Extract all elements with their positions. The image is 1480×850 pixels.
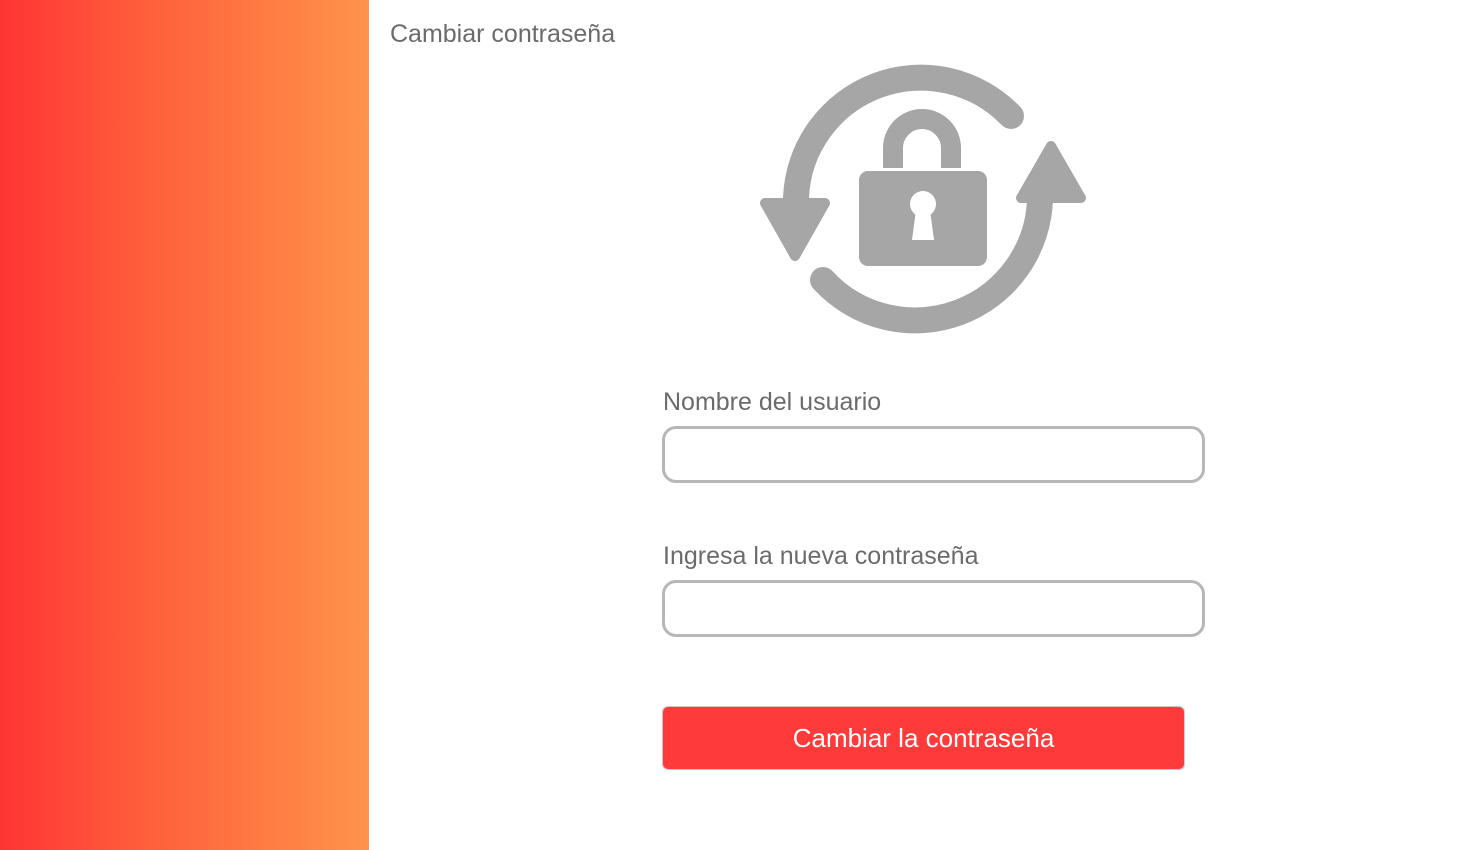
new-password-label: Ingresa la nueva contraseña — [663, 542, 979, 570]
change-password-button[interactable]: Cambiar la contraseña — [662, 706, 1185, 770]
new-password-input[interactable] — [662, 580, 1205, 637]
username-label: Nombre del usuario — [663, 388, 882, 416]
sidebar — [0, 0, 369, 850]
username-input[interactable] — [662, 426, 1205, 483]
lock-refresh-icon — [760, 64, 1086, 334]
page-title: Cambiar contraseña — [390, 20, 616, 48]
main-content: Cambiar contraseña Nombre del usuario In… — [369, 0, 1480, 850]
